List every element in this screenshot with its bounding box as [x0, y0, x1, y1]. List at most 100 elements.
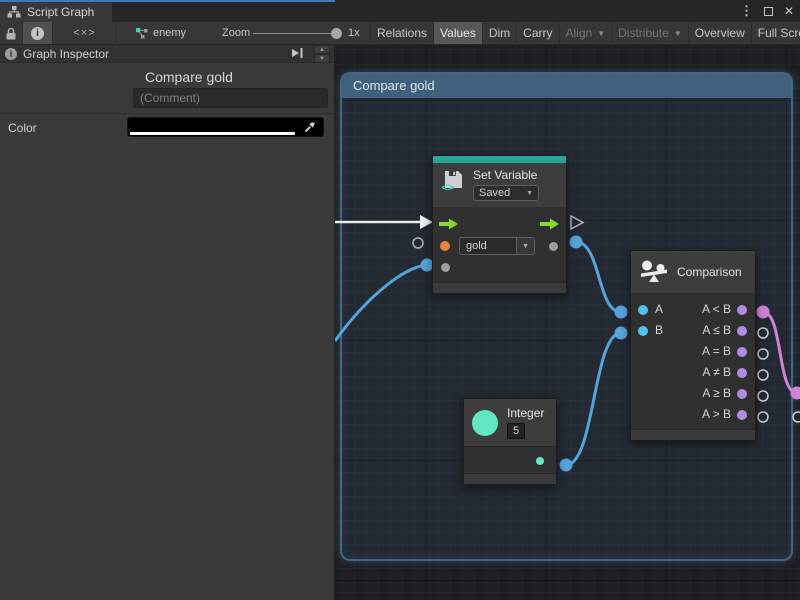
- comparison-row: A ≠ B: [631, 362, 755, 383]
- alpha-bar: [130, 132, 295, 135]
- values-button[interactable]: Values: [434, 22, 483, 44]
- lock-icon: [5, 27, 17, 40]
- svg-text:<>: <>: [442, 182, 455, 192]
- comparison-row: A ≥ B: [631, 383, 755, 404]
- node-title: Set Variable: [473, 168, 539, 182]
- comment-input[interactable]: [133, 88, 328, 108]
- node-title: Integer: [507, 406, 544, 420]
- output-port[interactable]: [737, 305, 747, 315]
- graph-node-icon: [136, 28, 148, 39]
- variable-name: gold: [460, 238, 516, 254]
- inspect-toggle-button[interactable]: i: [23, 22, 53, 44]
- inspector-title: Graph Inspector: [23, 47, 109, 61]
- spin-up-button[interactable]: ▲: [314, 45, 330, 54]
- comparison-row: A A < B: [631, 299, 755, 320]
- chevron-down-icon: ▼: [526, 190, 533, 197]
- dim-button[interactable]: Dim: [483, 22, 517, 44]
- output-port[interactable]: [737, 368, 747, 378]
- node-footer: [631, 429, 755, 440]
- lock-button[interactable]: [0, 22, 23, 44]
- zoom-slider-track[interactable]: [253, 33, 337, 34]
- panel-spinner: ▲ ▼: [314, 45, 330, 63]
- input-port-a[interactable]: [638, 305, 648, 315]
- flow-out-port[interactable]: [540, 218, 560, 230]
- output-port[interactable]: [737, 347, 747, 357]
- eyedropper-button[interactable]: [299, 119, 321, 135]
- value-input-port[interactable]: [441, 263, 450, 272]
- inspector-header: i Graph Inspector ▲ ▼: [0, 45, 334, 63]
- info-icon: i: [31, 27, 44, 40]
- comparison-node[interactable]: Comparison A A < B B A ≤ B A = B: [630, 250, 756, 441]
- close-icon[interactable]: ✕: [784, 4, 794, 18]
- output-label: A ≤ B: [702, 323, 731, 337]
- breadcrumb-label: enemy: [153, 27, 186, 39]
- input-port-b[interactable]: [638, 326, 648, 336]
- save-variable-icon: <>: [441, 168, 465, 192]
- output-label: A > B: [702, 407, 731, 421]
- node-accent-bar: [433, 156, 566, 163]
- group-header[interactable]: Compare gold: [342, 74, 791, 98]
- variable-name-dropdown[interactable]: gold ▼: [459, 237, 535, 255]
- output-port[interactable]: [737, 326, 747, 336]
- output-label: A = B: [702, 344, 731, 358]
- relations-button[interactable]: Relations: [371, 22, 434, 44]
- overview-button[interactable]: Overview: [689, 22, 752, 44]
- comparison-row: B A ≤ B: [631, 320, 755, 341]
- align-dropdown[interactable]: Align▼: [560, 22, 613, 44]
- output-label: A ≠ B: [702, 365, 731, 379]
- eyedropper-icon: [303, 120, 317, 134]
- graph-title: Compare gold: [145, 69, 233, 85]
- graph-inspector-panel: i Graph Inspector ▲ ▼ Compare gold Color: [0, 45, 335, 600]
- set-variable-header: <> Set Variable Saved ▼: [433, 163, 566, 207]
- integer-node[interactable]: Integer 5: [463, 398, 557, 485]
- value-output-port[interactable]: [549, 242, 558, 251]
- output-label: A < B: [702, 302, 731, 316]
- code-preview-button[interactable]: <×>: [53, 22, 117, 44]
- flow-in-port[interactable]: [439, 218, 459, 230]
- tab-label: Script Graph: [27, 5, 94, 19]
- divider: [0, 113, 334, 114]
- window-controls: ⋮ ✕: [740, 0, 794, 22]
- zoom-slider-knob[interactable]: [331, 28, 342, 39]
- dock-panel-icon[interactable]: [291, 47, 304, 59]
- full-screen-button[interactable]: Full Screen: [752, 22, 800, 44]
- group-title: Compare gold: [353, 78, 435, 93]
- script-graph-icon: [7, 6, 21, 18]
- info-icon: i: [5, 48, 17, 60]
- breadcrumb[interactable]: enemy: [136, 22, 186, 44]
- set-variable-body: gold ▼: [433, 207, 566, 282]
- integer-body: [464, 446, 556, 473]
- spin-down-button[interactable]: ▼: [314, 54, 330, 63]
- menu-kebab-icon[interactable]: ⋮: [740, 3, 753, 19]
- integer-value-input[interactable]: 5: [507, 423, 525, 439]
- node-title: Comparison: [677, 265, 742, 279]
- distribute-dropdown[interactable]: Distribute▼: [612, 22, 689, 44]
- chevron-down-icon: ▼: [597, 29, 605, 38]
- comparison-header: Comparison: [631, 251, 755, 293]
- input-label: A: [655, 302, 663, 316]
- output-label: A ≥ B: [702, 386, 731, 400]
- input-label: B: [655, 323, 663, 337]
- unconnected-port: [793, 412, 800, 422]
- node-footer: [433, 282, 566, 293]
- comparison-body: A A < B B A ≤ B A = B A ≠ B: [631, 293, 755, 429]
- graph-toolbar: i <×> enemy Zoom 1x Relations Values Dim…: [0, 22, 800, 45]
- graph-canvas[interactable]: Compare gold: [335, 45, 800, 600]
- integer-literal-icon: [472, 410, 498, 436]
- integer-output-port[interactable]: [536, 457, 544, 465]
- tab-script-graph[interactable]: Script Graph: [0, 2, 112, 22]
- carry-button[interactable]: Carry: [517, 22, 559, 44]
- maximize-icon[interactable]: [764, 7, 773, 16]
- variable-scope-dropdown[interactable]: Saved ▼: [473, 185, 539, 201]
- tab-strip: Script Graph ⋮ ✕: [0, 0, 800, 22]
- comparison-row: A > B: [631, 404, 755, 425]
- code-icon: <×>: [73, 27, 95, 39]
- output-port[interactable]: [737, 410, 747, 420]
- color-swatch[interactable]: [127, 117, 324, 137]
- set-variable-node[interactable]: <> Set Variable Saved ▼: [432, 155, 567, 294]
- name-input-port[interactable]: [440, 241, 450, 251]
- output-port[interactable]: [737, 389, 747, 399]
- color-label: Color: [8, 121, 37, 135]
- comparison-row: A = B: [631, 341, 755, 362]
- toolbar-buttons: Relations Values Dim Carry Align▼ Distri…: [370, 22, 800, 44]
